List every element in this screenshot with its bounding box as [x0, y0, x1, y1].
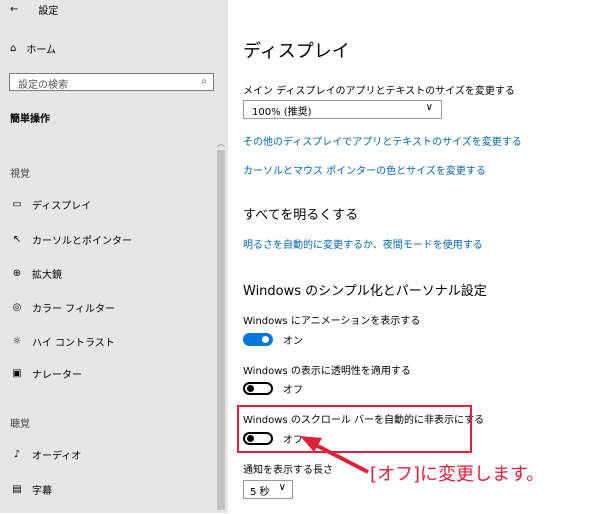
- annotation-arrow: [300, 436, 369, 474]
- annotation-callout: [オフ]に変更します。: [370, 464, 545, 485]
